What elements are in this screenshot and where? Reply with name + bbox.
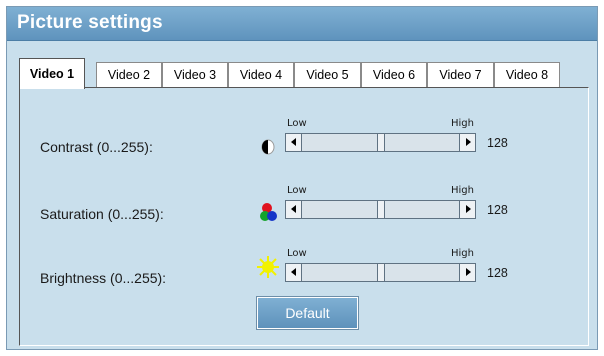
brightness-increase-arrow[interactable] [459, 264, 475, 281]
title-bar: Picture settings [7, 7, 597, 41]
tab-video-1[interactable]: Video 1 [19, 58, 85, 89]
video-tabs: Video 1 Video 2 Video 3 Video 4 Video 5 … [19, 58, 589, 89]
brightness-decrease-arrow[interactable] [286, 264, 302, 281]
brightness-slider[interactable] [285, 263, 476, 282]
default-button[interactable]: Default [256, 296, 359, 330]
sun-icon [256, 255, 280, 284]
saturation-slider[interactable] [285, 200, 476, 219]
contrast-increase-arrow[interactable] [459, 134, 475, 151]
contrast-icon [260, 138, 276, 161]
brightness-value: 128 [487, 266, 508, 280]
contrast-value: 128 [487, 136, 508, 150]
saturation-label: Saturation (0...255): [40, 206, 164, 222]
contrast-decrease-arrow[interactable] [286, 134, 302, 151]
tab-video-4[interactable]: Video 4 [228, 62, 294, 87]
contrast-high-label: High [451, 118, 474, 129]
contrast-label: Contrast (0...255): [40, 139, 153, 155]
brightness-high-label: High [451, 248, 474, 259]
tab-video-7[interactable]: Video 7 [427, 62, 494, 87]
tab-video-3[interactable]: Video 3 [162, 62, 228, 87]
contrast-low-label: Low [287, 118, 307, 129]
panel-title: Picture settings [17, 12, 163, 33]
color-dots-icon [260, 202, 278, 227]
saturation-value: 128 [487, 203, 508, 217]
saturation-increase-arrow[interactable] [459, 201, 475, 218]
tab-video-5[interactable]: Video 5 [294, 62, 361, 87]
brightness-slider-thumb[interactable] [377, 263, 385, 282]
saturation-decrease-arrow[interactable] [286, 201, 302, 218]
tab-video-6[interactable]: Video 6 [361, 62, 427, 87]
tab-video-2[interactable]: Video 2 [96, 62, 162, 87]
brightness-low-label: Low [287, 248, 307, 259]
brightness-label: Brightness (0...255): [40, 270, 167, 286]
saturation-low-label: Low [287, 185, 307, 196]
saturation-high-label: High [451, 185, 474, 196]
tab-video-8[interactable]: Video 8 [494, 62, 560, 87]
contrast-slider-thumb[interactable] [377, 133, 385, 152]
contrast-slider[interactable] [285, 133, 476, 152]
saturation-slider-thumb[interactable] [377, 200, 385, 219]
